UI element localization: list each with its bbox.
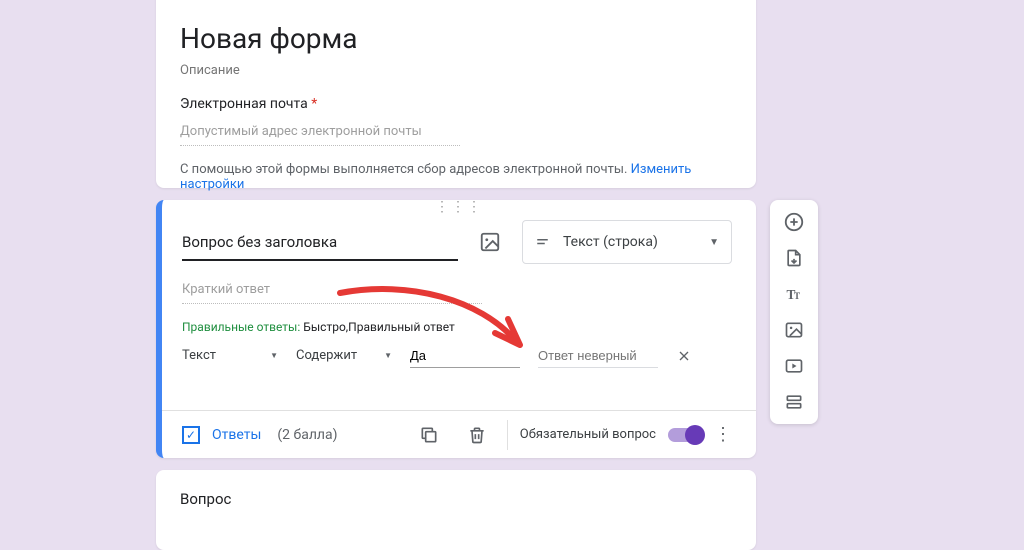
correct-answers-values: Быстро,Правильный ответ xyxy=(303,320,455,334)
drag-handle-icon[interactable]: ⋮⋮⋮ xyxy=(162,200,756,214)
question-card-next[interactable]: Вопрос xyxy=(156,470,756,550)
email-label: Электронная почта xyxy=(180,96,308,112)
question-card: ⋮⋮⋮ Вопрос без заголовка Текст (строка) … xyxy=(156,200,756,458)
image-icon xyxy=(479,231,501,253)
title-icon: TT xyxy=(784,284,804,304)
required-marker: * xyxy=(311,96,317,112)
divider xyxy=(507,420,508,450)
more-options-button[interactable]: ⋮ xyxy=(714,424,732,445)
validation-value-input[interactable] xyxy=(410,344,520,368)
validation-kind-select[interactable]: Текст ▼ xyxy=(182,342,278,370)
import-questions-button[interactable] xyxy=(776,242,812,274)
floating-toolbar: TT xyxy=(770,200,818,424)
points-label: (2 балла) xyxy=(277,427,337,443)
remove-validation-button[interactable] xyxy=(676,348,700,364)
form-header-card: Новая форма Описание Электронная почта *… xyxy=(156,0,756,188)
question-title-input[interactable]: Вопрос без заголовка xyxy=(182,223,458,261)
duplicate-button[interactable] xyxy=(411,417,447,453)
import-icon xyxy=(784,248,804,268)
required-toggle[interactable] xyxy=(668,428,702,442)
add-question-button[interactable] xyxy=(776,206,812,238)
correct-answers-label: Правильные ответы: xyxy=(182,320,300,334)
chevron-down-icon: ▼ xyxy=(384,351,392,360)
chevron-down-icon: ▼ xyxy=(270,351,278,360)
validation-row: Текст ▼ Содержит ▼ xyxy=(162,338,756,370)
validation-error-input[interactable] xyxy=(538,344,658,368)
validation-op-select[interactable]: Содержит ▼ xyxy=(296,342,392,370)
add-title-button[interactable]: TT xyxy=(776,278,812,310)
svg-text:T: T xyxy=(794,291,800,301)
question-type-select[interactable]: Текст (строка) ▼ xyxy=(522,220,732,264)
email-placeholder: Допустимый адрес электронной почты xyxy=(180,124,460,146)
trash-icon xyxy=(467,425,487,445)
close-icon xyxy=(676,348,692,364)
correct-answers: Правильные ответы: Быстро,Правильный отв… xyxy=(182,320,732,334)
form-description[interactable]: Описание xyxy=(180,63,732,78)
add-image-button-toolbar[interactable] xyxy=(776,314,812,346)
question-footer: ✓ Ответы (2 балла) Обязательный вопрос ⋮ xyxy=(162,410,756,458)
short-text-icon xyxy=(535,233,553,251)
delete-button[interactable] xyxy=(459,417,495,453)
short-answer-placeholder: Краткий ответ xyxy=(182,282,482,304)
image-icon xyxy=(784,320,804,340)
chevron-down-icon: ▼ xyxy=(709,237,719,248)
question-title: Вопрос xyxy=(180,490,732,508)
answer-key-checkbox[interactable]: ✓ xyxy=(182,426,200,444)
add-section-button[interactable] xyxy=(776,386,812,418)
add-video-button[interactable] xyxy=(776,350,812,382)
form-title[interactable]: Новая форма xyxy=(180,22,732,55)
section-icon xyxy=(784,392,804,412)
add-icon xyxy=(783,211,805,233)
email-notice: С помощью этой формы выполняется сбор ад… xyxy=(180,162,732,192)
answer-key-label[interactable]: Ответы xyxy=(212,427,261,443)
add-image-button[interactable] xyxy=(470,222,510,262)
copy-icon xyxy=(419,425,439,445)
required-label: Обязательный вопрос xyxy=(520,427,656,442)
video-icon xyxy=(784,356,804,376)
